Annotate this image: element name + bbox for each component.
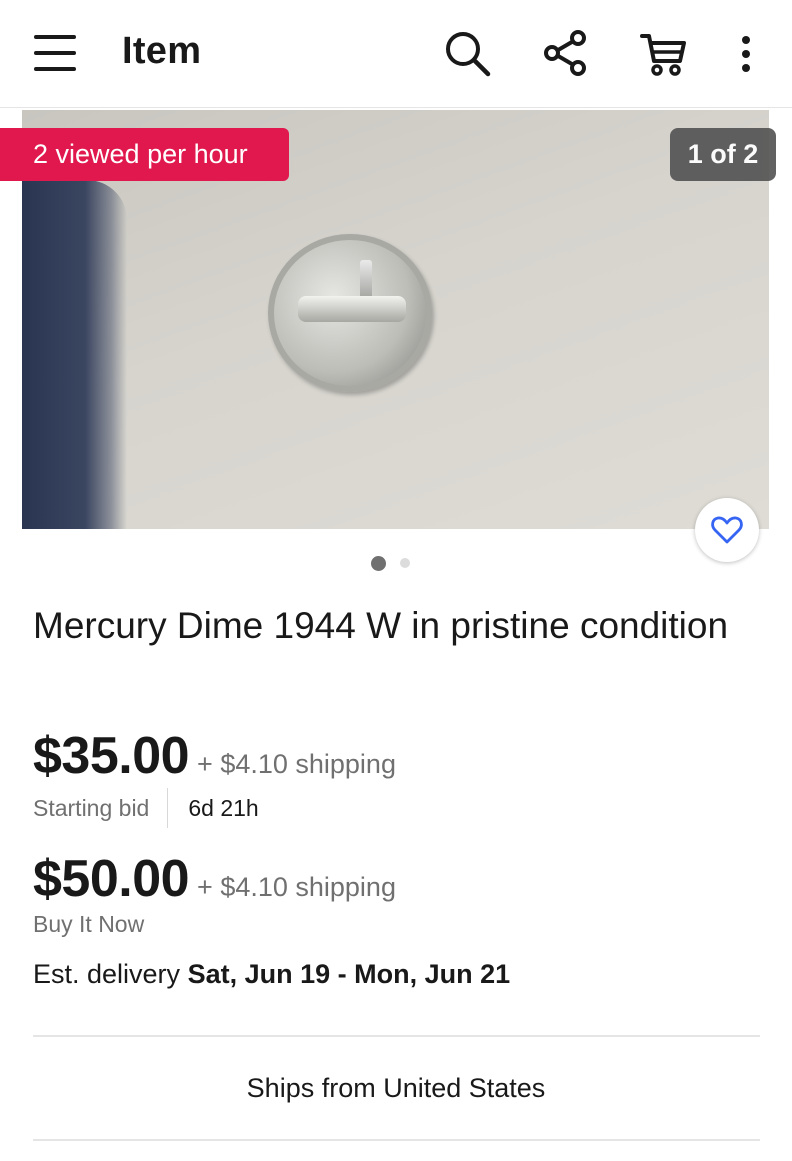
more-vertical-icon[interactable] bbox=[730, 28, 762, 78]
time-left: 6d 21h bbox=[188, 794, 259, 821]
buy-it-now-label: Buy It Now bbox=[33, 911, 145, 937]
app-header: Item bbox=[0, 0, 792, 108]
ships-from: Ships from United States bbox=[246, 1073, 546, 1103]
buy-now-shipping-cost: + $4.10 shipping bbox=[197, 872, 396, 902]
section-divider bbox=[33, 1139, 760, 1141]
buy-now-price: $50.00 bbox=[33, 850, 190, 908]
buy-now-price-row: $50.00 + $4.10 shipping bbox=[33, 849, 396, 909]
views-badge: 2 viewed per hour bbox=[0, 128, 289, 181]
cart-icon[interactable] bbox=[638, 28, 688, 78]
heart-icon bbox=[711, 516, 743, 544]
search-icon[interactable] bbox=[442, 28, 492, 78]
pagination-dot-active[interactable] bbox=[371, 555, 386, 571]
meta-divider bbox=[167, 788, 169, 828]
starting-bid-price: $35.00 bbox=[33, 727, 190, 785]
delivery-prefix: Est. delivery bbox=[33, 959, 188, 989]
photo-shadow bbox=[22, 180, 127, 529]
section-divider bbox=[33, 1035, 760, 1037]
image-counter: 1 of 2 bbox=[670, 128, 776, 181]
watch-button[interactable] bbox=[695, 498, 759, 562]
image-pagination bbox=[371, 555, 410, 571]
item-title: Mercury Dime 1944 W in pristine conditio… bbox=[33, 605, 729, 646]
starting-bid-label: Starting bid bbox=[33, 794, 150, 821]
share-icon[interactable] bbox=[541, 28, 591, 78]
coin-photo bbox=[268, 234, 432, 392]
estimated-delivery: Est. delivery Sat, Jun 19 - Mon, Jun 21 bbox=[33, 959, 510, 990]
delivery-dates: Sat, Jun 19 - Mon, Jun 21 bbox=[187, 959, 511, 989]
pagination-dot[interactable] bbox=[400, 558, 410, 568]
auction-meta: Starting bid 6d 21h bbox=[33, 788, 259, 828]
auction-shipping-cost: + $4.10 shipping bbox=[197, 749, 396, 779]
auction-price-row: $35.00 + $4.10 shipping bbox=[33, 726, 396, 786]
menu-icon[interactable] bbox=[34, 32, 76, 74]
page-title: Item bbox=[122, 30, 202, 72]
